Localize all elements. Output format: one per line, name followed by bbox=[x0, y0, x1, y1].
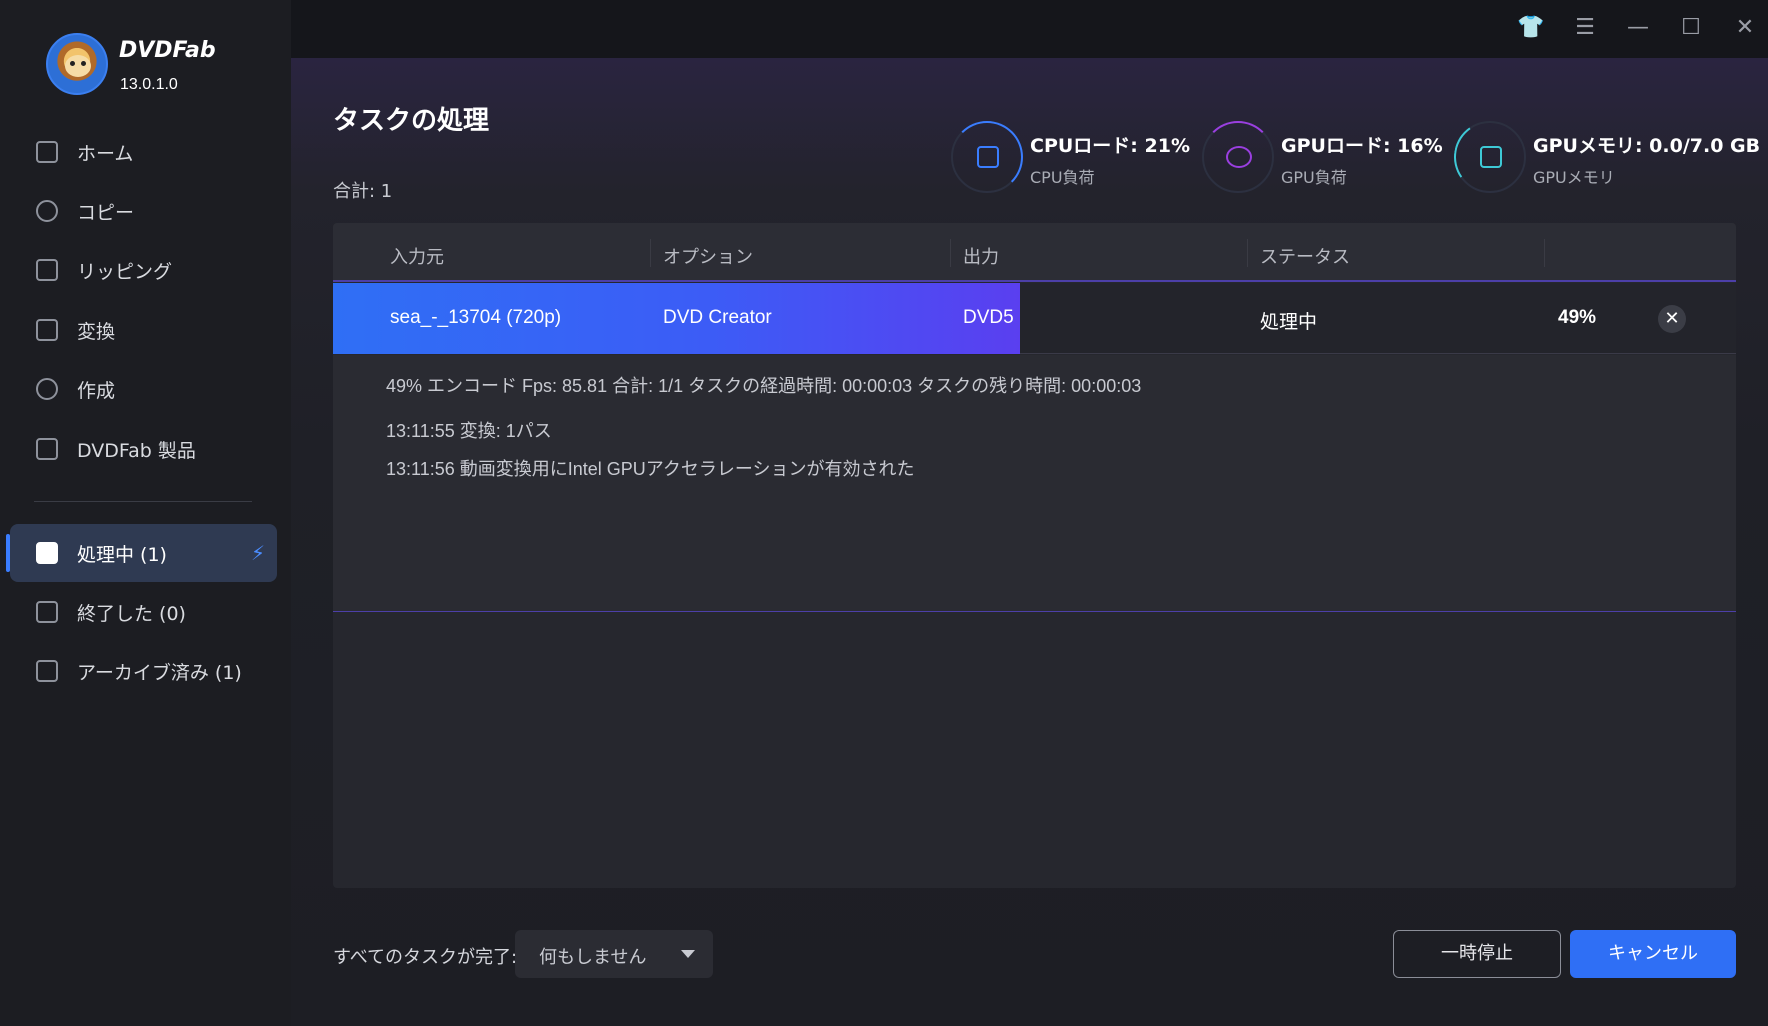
sidebar-item-label: リッピング bbox=[77, 260, 173, 283]
sidebar-item-label: 作成 bbox=[77, 379, 116, 402]
sidebar-item-label: DVDFab 製品 bbox=[77, 439, 196, 462]
sidebar: DVDFab 13.0.1.0 ホーム コピー リッピング 変換 作成 DVDF… bbox=[0, 0, 291, 1026]
gpu-memory-ring bbox=[1448, 115, 1532, 199]
table-row[interactable]: sea_-_13704 (720p) DVD Creator DVD5 処理中 … bbox=[333, 283, 1736, 354]
sidebar-item-finished[interactable]: 終了した (0) bbox=[10, 583, 277, 641]
sidebar-item-label: 処理中 (1) bbox=[77, 543, 167, 566]
sidebar-divider bbox=[34, 501, 252, 502]
gpu-memory-icon bbox=[1480, 146, 1502, 168]
column-header-status: ステータス bbox=[1260, 247, 1350, 268]
chevron-down-icon bbox=[681, 950, 695, 958]
sidebar-item-label: 変換 bbox=[77, 320, 116, 343]
gpu-load-stat: GPUロード: 16% GPU負荷 bbox=[1202, 121, 1443, 196]
task-total: 合計: 1 bbox=[333, 181, 393, 202]
task-progress-percent: 49% bbox=[1558, 307, 1597, 328]
sidebar-item-products[interactable]: DVDFab 製品 bbox=[10, 420, 277, 478]
products-icon bbox=[36, 438, 58, 460]
finished-icon bbox=[36, 601, 58, 623]
sidebar-item-home[interactable]: ホーム bbox=[10, 123, 277, 181]
remove-task-icon[interactable]: ✕ bbox=[1658, 305, 1686, 333]
column-header-input: 入力元 bbox=[390, 247, 444, 268]
ripper-icon bbox=[36, 259, 58, 281]
cpu-load-label: CPU負荷 bbox=[1030, 168, 1095, 187]
task-table: 入力元 オプション 出力 ステータス sea_-_13704 (720p) DV… bbox=[333, 223, 1736, 888]
on-complete-selected-value: 何もしません bbox=[539, 947, 647, 968]
minimize-icon[interactable]: — bbox=[1624, 14, 1652, 42]
maximize-icon[interactable]: ☐ bbox=[1677, 14, 1705, 42]
gpu-load-ring bbox=[1202, 121, 1274, 193]
intel-gpu-icon bbox=[1226, 146, 1252, 168]
sidebar-item-label: 終了した (0) bbox=[77, 602, 186, 625]
brand-name: DVDFab bbox=[119, 38, 216, 63]
sidebar-item-converter[interactable]: 変換 bbox=[10, 301, 277, 359]
column-header-output: 出力 bbox=[963, 247, 999, 268]
archive-icon bbox=[36, 660, 58, 682]
log-line: 49% エンコード Fps: 85.81 合計: 1/1 タスクの経過時間: 0… bbox=[386, 376, 1142, 396]
on-complete-select[interactable]: 何もしません bbox=[515, 930, 713, 978]
gpu-memory-value: GPUメモリ: 0.0/7.0 GB bbox=[1533, 135, 1761, 157]
sidebar-item-processing[interactable]: 処理中 (1) ⚡ bbox=[6, 524, 277, 582]
column-divider bbox=[1544, 239, 1545, 267]
sidebar-item-copy[interactable]: コピー bbox=[10, 182, 277, 240]
task-input-name: sea_-_13704 (720p) bbox=[390, 307, 562, 328]
task-option: DVD Creator bbox=[663, 307, 772, 328]
cpu-icon bbox=[977, 146, 999, 168]
log-line: 13:11:55 変換: 1パス bbox=[386, 421, 552, 441]
skin-icon[interactable]: 👕 bbox=[1517, 14, 1545, 42]
sidebar-item-label: ホーム bbox=[77, 142, 134, 165]
column-divider bbox=[950, 239, 951, 267]
app-version: 13.0.1.0 bbox=[120, 76, 178, 93]
log-line: 13:11:56 動画変換用にIntel GPUアクセラレーションが有効された bbox=[386, 459, 915, 479]
on-complete-label: すべてのタスクが完了: bbox=[333, 947, 518, 968]
gpu-load-value: GPUロード: 16% bbox=[1281, 135, 1443, 157]
home-icon bbox=[36, 141, 58, 163]
column-header-option: オプション bbox=[663, 247, 753, 268]
sidebar-item-label: コピー bbox=[77, 201, 135, 224]
converter-icon bbox=[36, 319, 58, 341]
menu-icon[interactable]: ☰ bbox=[1571, 14, 1599, 42]
sidebar-item-ripper[interactable]: リッピング bbox=[10, 241, 277, 299]
pause-button[interactable]: 一時停止 bbox=[1393, 930, 1561, 978]
column-divider bbox=[1247, 239, 1248, 267]
task-log-panel: 49% エンコード Fps: 85.81 合計: 1/1 タスクの経過時間: 0… bbox=[333, 355, 1736, 612]
title-bar: 👕 ☰ — ☐ ✕ bbox=[291, 0, 1768, 58]
gpu-load-label: GPU負荷 bbox=[1281, 168, 1347, 187]
cpu-load-ring bbox=[951, 121, 1023, 193]
close-window-icon[interactable]: ✕ bbox=[1731, 14, 1759, 42]
gpu-memory-label: GPUメモリ bbox=[1533, 168, 1615, 187]
sidebar-item-label: アーカイブ済み (1) bbox=[77, 661, 242, 684]
column-divider bbox=[650, 239, 651, 267]
lightning-icon: ⚡ bbox=[251, 541, 266, 565]
cpu-load-stat: CPUロード: 21% CPU負荷 bbox=[951, 121, 1191, 196]
task-output: DVD5 bbox=[963, 307, 1014, 328]
processing-icon bbox=[36, 542, 58, 564]
copy-icon bbox=[36, 200, 58, 222]
sidebar-item-archived[interactable]: アーカイブ済み (1) bbox=[10, 642, 277, 700]
cancel-button[interactable]: キャンセル bbox=[1570, 930, 1736, 978]
table-header: 入力元 オプション 出力 ステータス bbox=[333, 223, 1736, 282]
sidebar-item-creator[interactable]: 作成 bbox=[10, 360, 277, 418]
task-status: 処理中 bbox=[1260, 312, 1318, 333]
gpu-memory-stat: GPUメモリ: 0.0/7.0 GB GPUメモリ bbox=[1448, 115, 1760, 199]
creator-icon bbox=[36, 378, 58, 400]
dvdfab-logo-icon bbox=[46, 33, 108, 95]
cpu-load-value: CPUロード: 21% bbox=[1030, 135, 1190, 157]
page-title: タスクの処理 bbox=[333, 106, 490, 136]
